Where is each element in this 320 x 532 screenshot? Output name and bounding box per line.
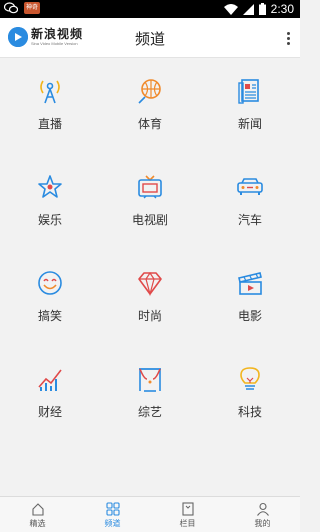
- channel-entertainment[interactable]: 娱乐: [0, 155, 100, 251]
- clapperboard-icon: [238, 272, 262, 295]
- stage-curtain-icon: [139, 368, 161, 392]
- channel-label: 直播: [37, 117, 62, 131]
- bottom-tab-bar: 精选 频道 栏目 我的: [0, 496, 300, 532]
- person-icon: [256, 502, 269, 516]
- status-bar: 神奇 2:30: [0, 0, 300, 18]
- smiley-icon: [38, 271, 62, 295]
- channel-movies[interactable]: 电影: [200, 251, 300, 347]
- more-dots-icon: [286, 31, 290, 35]
- trend-chart-icon: [38, 369, 62, 391]
- tab-profile[interactable]: 我的: [225, 497, 300, 532]
- star-icon: [38, 175, 62, 198]
- channel-label: 搞笑: [37, 309, 62, 323]
- channel-tech[interactable]: 科技: [200, 347, 300, 443]
- channel-tv-series[interactable]: 电视剧: [100, 155, 200, 251]
- channel-label: 电视剧: [131, 213, 168, 227]
- tv-icon: [138, 175, 162, 199]
- channel-comedy[interactable]: 搞笑: [0, 251, 100, 347]
- channel-news[interactable]: 新闻: [200, 59, 300, 155]
- car-icon: [237, 178, 263, 195]
- channel-variety[interactable]: 综艺: [100, 347, 200, 443]
- more-menu-button[interactable]: [282, 28, 294, 48]
- status-time: 2:30: [270, 2, 294, 16]
- channel-label: 综艺: [137, 405, 162, 419]
- diamond-icon: [138, 271, 162, 297]
- channel-sports[interactable]: 体育: [100, 59, 200, 155]
- channel-label: 科技: [237, 405, 262, 419]
- broadcast-tower-icon: [40, 80, 60, 104]
- channel-auto[interactable]: 汽车: [200, 155, 300, 251]
- basketball-icon: [138, 79, 161, 104]
- channel-label: 体育: [137, 117, 162, 131]
- channel-label: 财经: [37, 405, 62, 419]
- channel-label: 汽车: [237, 213, 262, 227]
- tab-label: 我的: [254, 519, 271, 528]
- app-header: 新浪视频 Sina Video Mobile Version 频道: [0, 18, 300, 58]
- page-title: 频道: [134, 30, 165, 48]
- grid-icon: [105, 502, 120, 516]
- channel-fashion[interactable]: 时尚: [100, 251, 200, 347]
- tab-label: 栏目: [179, 519, 196, 528]
- signal-icon: [242, 3, 254, 15]
- channel-label: 娱乐: [37, 213, 62, 227]
- tab-columns[interactable]: 栏目: [150, 497, 225, 532]
- lightbulb-icon: [240, 367, 260, 390]
- bookmark-icon: [181, 502, 194, 516]
- wechat-icon: [4, 2, 18, 14]
- newspaper-icon: [238, 79, 259, 104]
- tab-channels[interactable]: 频道: [75, 497, 150, 532]
- channel-label: 新闻: [237, 117, 262, 131]
- tab-label: 频道: [104, 519, 121, 528]
- channel-label: 时尚: [137, 309, 162, 323]
- tab-label: 精选: [29, 519, 46, 528]
- home-icon: [31, 503, 44, 516]
- channel-finance[interactable]: 财经: [0, 347, 100, 443]
- battery-icon: [258, 3, 266, 15]
- channel-label: 电影: [237, 309, 262, 323]
- channel-live[interactable]: 直播: [0, 59, 100, 155]
- wifi-icon: [223, 3, 238, 15]
- app-notification-icon: 神奇: [24, 2, 40, 14]
- tab-featured[interactable]: 精选: [0, 497, 75, 532]
